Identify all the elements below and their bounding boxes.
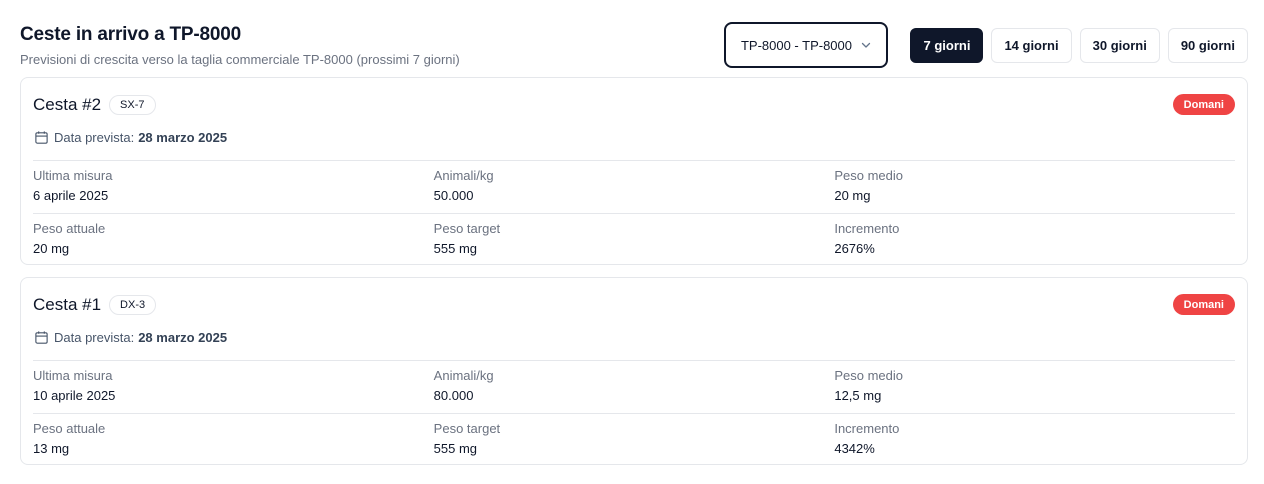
basket-title: Cesta #1 [33,295,102,314]
info-value: 12,5 mg [834,388,882,403]
info-row: Ultima misura 6 aprile 2025 Animali/kg 50.… [33,160,1235,213]
info-label: Peso target [433,221,501,236]
info-label: Peso attuale [33,421,106,436]
info-value: 555 mg [433,241,478,256]
info-label: Incremento [834,221,900,236]
info-label: Incremento [834,421,900,436]
info-value: 50.000 [433,188,474,203]
info-value: 20 mg [834,188,871,203]
info-label: Peso medio [834,168,903,183]
info-value: 4342% [834,441,875,456]
size-select-value: TP-8000 - TP-8000 [740,37,852,53]
chevron-down-icon [861,42,871,48]
info-value: 80.000 [433,388,474,403]
page-header: Ceste in arrivo a TP-8000 Previsioni di … [20,24,460,67]
info-row: Ultima misura 10 aprile 2025 Animali/kg 80… [33,360,1235,413]
status-badge: Domani [1172,94,1235,115]
basket-card: Cesta #1 DX-3 Domani Data prevista: 28 m… [20,277,1248,465]
basket-title: Cesta #2 [33,95,102,114]
info-value: 555 mg [433,441,478,456]
status-badge: Domani [1172,294,1235,315]
info-value: 20 mg [33,241,70,256]
info-label: Peso attuale [33,221,106,236]
info-row: Peso attuale 20 mg Peso target 555 mg Incr… [33,213,1235,266]
info-label: Animali/kg [433,168,494,183]
info-value: 6 aprile 2025 [33,188,109,203]
info-value: 2676% [834,241,875,256]
info-label: Peso medio [834,368,903,383]
basket-tag: DX-3 [109,295,157,315]
info-label: Peso target [433,421,501,436]
basket-tag: SX-7 [109,95,156,115]
filter-controls: TP-8000 - TP-8000 7 giorni 14 giorni 30 … [724,22,1248,68]
period-14-button[interactable]: 14 giorni [991,27,1072,63]
info-label: Ultima misura [33,168,113,183]
page-subtitle: Previsioni di crescita verso la taglia c… [20,52,460,67]
page-title: Ceste in arrivo a TP-8000 [20,24,241,45]
info-value: 10 aprile 2025 [33,388,116,403]
info-row: Peso attuale 13 mg Peso target 555 mg Incr… [33,413,1235,466]
info-value: 13 mg [33,441,70,456]
period-7-button[interactable]: 7 giorni [910,27,984,63]
period-30-button[interactable]: 30 giorni [1079,27,1160,63]
size-select[interactable]: TP-8000 - TP-8000 [724,22,889,68]
info-label: Ultima misura [33,368,113,383]
period-90-button[interactable]: 90 giorni [1167,27,1248,63]
info-label: Animali/kg [433,368,494,383]
basket-card: Cesta #2 SX-7 Domani Data prevista: 28 m… [20,77,1248,265]
